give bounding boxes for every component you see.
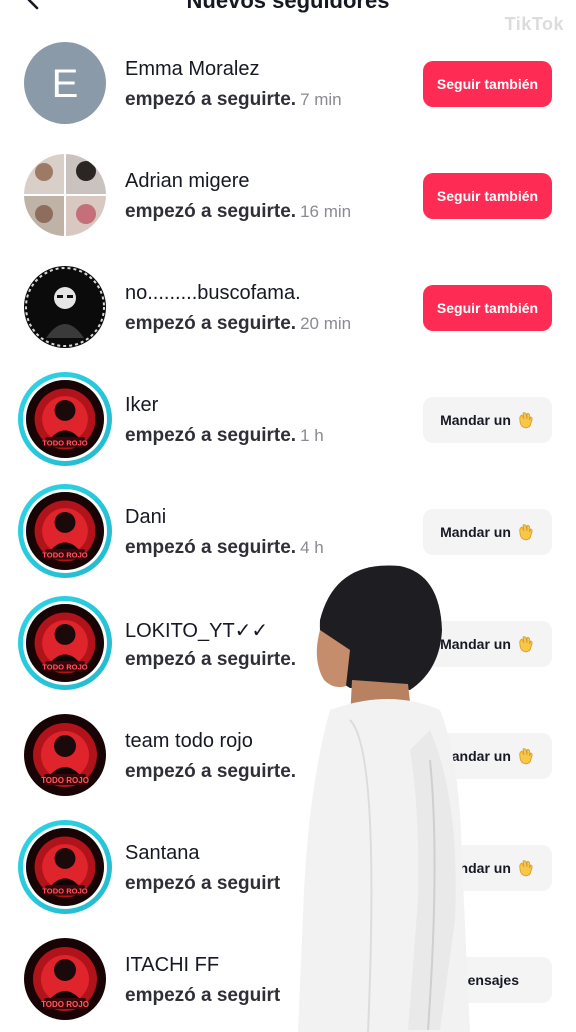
follower-name[interactable]: Dani bbox=[125, 506, 166, 529]
button-label: Seguir también bbox=[436, 188, 539, 204]
button-label: Mandar un bbox=[440, 524, 511, 540]
follow-action-text: empezó a seguirte. bbox=[125, 201, 297, 222]
svg-text:TODO ROJO: TODO ROJO bbox=[42, 551, 88, 560]
follow-action-text: empezó a seguirt bbox=[125, 873, 281, 894]
follow-action-text: empezó a seguirte. bbox=[125, 761, 297, 782]
avatar[interactable] bbox=[24, 154, 106, 236]
avatar[interactable]: TODO ROJO bbox=[18, 484, 112, 578]
waving-hand-icon bbox=[515, 858, 535, 878]
list-item[interactable]: TODO ROJO Santana empezó a seguirt Mandar u… bbox=[0, 812, 576, 924]
avatar[interactable]: TODO ROJO bbox=[24, 714, 106, 796]
list-item[interactable]: TODO ROJO team todo rojo empezó a seguirte… bbox=[0, 700, 576, 812]
avatar[interactable]: TODO ROJO bbox=[18, 596, 112, 690]
waving-hand-icon bbox=[515, 746, 535, 766]
follow-action-text: empezó a seguirte. bbox=[125, 649, 297, 670]
button-label: Seguir también bbox=[436, 300, 539, 316]
button-label: Seguir también bbox=[436, 76, 539, 92]
timestamp: 16 min bbox=[300, 202, 352, 221]
list-item[interactable]: Adrian migere empezó a seguirte. 16 min Seg… bbox=[0, 140, 576, 252]
list-item[interactable]: TODO ROJO LOKITO_YT✓✓ empezó a seguirte. Ma… bbox=[0, 588, 576, 700]
waving-hand-icon bbox=[515, 410, 535, 430]
follow-status: empezó a seguirte. 1 h bbox=[125, 425, 324, 447]
follow-action-text: empezó a seguirte. bbox=[125, 89, 297, 110]
follower-name[interactable]: Iker bbox=[125, 394, 158, 417]
follow-status: empezó a seguirte. 20 min bbox=[125, 313, 351, 335]
waving-hand-icon bbox=[515, 522, 535, 542]
header: Nuevos seguidores TikTok bbox=[0, 0, 576, 34]
page-title: Nuevos seguidores bbox=[186, 0, 390, 13]
follow-back-button[interactable]: Seguir también bbox=[423, 285, 552, 331]
follow-status: empezó a seguirte. bbox=[125, 761, 296, 783]
list-item[interactable]: TODO ROJO ITACHI FF empezó a seguirt Mensaj… bbox=[0, 924, 576, 1032]
follow-status: empezó a seguirte. 4 h bbox=[125, 537, 324, 559]
avatar[interactable]: E bbox=[24, 42, 106, 124]
wave-button[interactable]: Mandar un bbox=[423, 397, 552, 443]
svg-text:TODO ROJO: TODO ROJO bbox=[41, 1000, 89, 1009]
followers-list: E Emma Moralez empezó a seguirte. 7 min Segu… bbox=[0, 28, 576, 1032]
list-item[interactable]: E Emma Moralez empezó a seguirte. 7 min Segu… bbox=[0, 28, 576, 140]
follower-name[interactable]: team todo rojo bbox=[125, 730, 253, 753]
follow-status: empezó a seguirt bbox=[125, 873, 280, 895]
avatar[interactable]: TODO ROJO bbox=[18, 372, 112, 466]
person-overlay bbox=[298, 565, 470, 1032]
timestamp: 20 min bbox=[300, 314, 352, 333]
svg-text:E: E bbox=[52, 62, 79, 106]
follower-name[interactable]: Adrian migere bbox=[125, 170, 250, 193]
list-item[interactable]: TODO ROJO Iker empezó a seguirte. 1 h Mandar… bbox=[0, 364, 576, 476]
follow-status: empezó a seguirt bbox=[125, 985, 280, 1007]
waving-hand-icon bbox=[515, 634, 535, 654]
follow-status: empezó a seguirte. 16 min bbox=[125, 201, 351, 223]
list-item[interactable]: TODO ROJO Dani empezó a seguirte. 4 h Mandar… bbox=[0, 476, 576, 588]
svg-text:TODO ROJO: TODO ROJO bbox=[42, 663, 88, 672]
avatar[interactable]: TODO ROJO bbox=[24, 938, 106, 1020]
svg-text:TODO ROJO: TODO ROJO bbox=[42, 439, 88, 448]
follow-action-text: empezó a seguirte. bbox=[125, 537, 297, 558]
wave-button[interactable]: Mandar un bbox=[423, 509, 552, 555]
button-label: Mandar un bbox=[440, 412, 511, 428]
follower-name[interactable]: LOKITO_YT✓✓ bbox=[125, 618, 268, 643]
follow-action-text: empezó a seguirte. bbox=[125, 425, 297, 446]
avatar[interactable]: TODO ROJO bbox=[18, 820, 112, 914]
follow-action-text: empezó a seguirte. bbox=[125, 313, 297, 334]
follow-action-text: empezó a seguirt bbox=[125, 985, 281, 1006]
list-item[interactable]: no.........buscofama. empezó a seguirte. 2… bbox=[0, 252, 576, 364]
timestamp: 7 min bbox=[300, 90, 342, 109]
follow-back-button[interactable]: Seguir también bbox=[423, 173, 552, 219]
follower-name[interactable]: ITACHI FF bbox=[125, 954, 219, 977]
follower-name[interactable]: Emma Moralez bbox=[125, 58, 259, 81]
follow-back-button[interactable]: Seguir también bbox=[423, 61, 552, 107]
svg-text:TODO ROJO: TODO ROJO bbox=[41, 776, 89, 785]
svg-text:TODO ROJO: TODO ROJO bbox=[42, 887, 88, 896]
follow-status: empezó a seguirte. 7 min bbox=[125, 89, 342, 111]
timestamp: 4 h bbox=[300, 538, 324, 557]
follow-status: empezó a seguirte. bbox=[125, 649, 296, 671]
avatar[interactable] bbox=[24, 266, 106, 348]
timestamp: 1 h bbox=[300, 426, 324, 445]
follower-name[interactable]: no.........buscofama. bbox=[125, 282, 301, 305]
follower-name[interactable]: Santana bbox=[125, 842, 200, 865]
